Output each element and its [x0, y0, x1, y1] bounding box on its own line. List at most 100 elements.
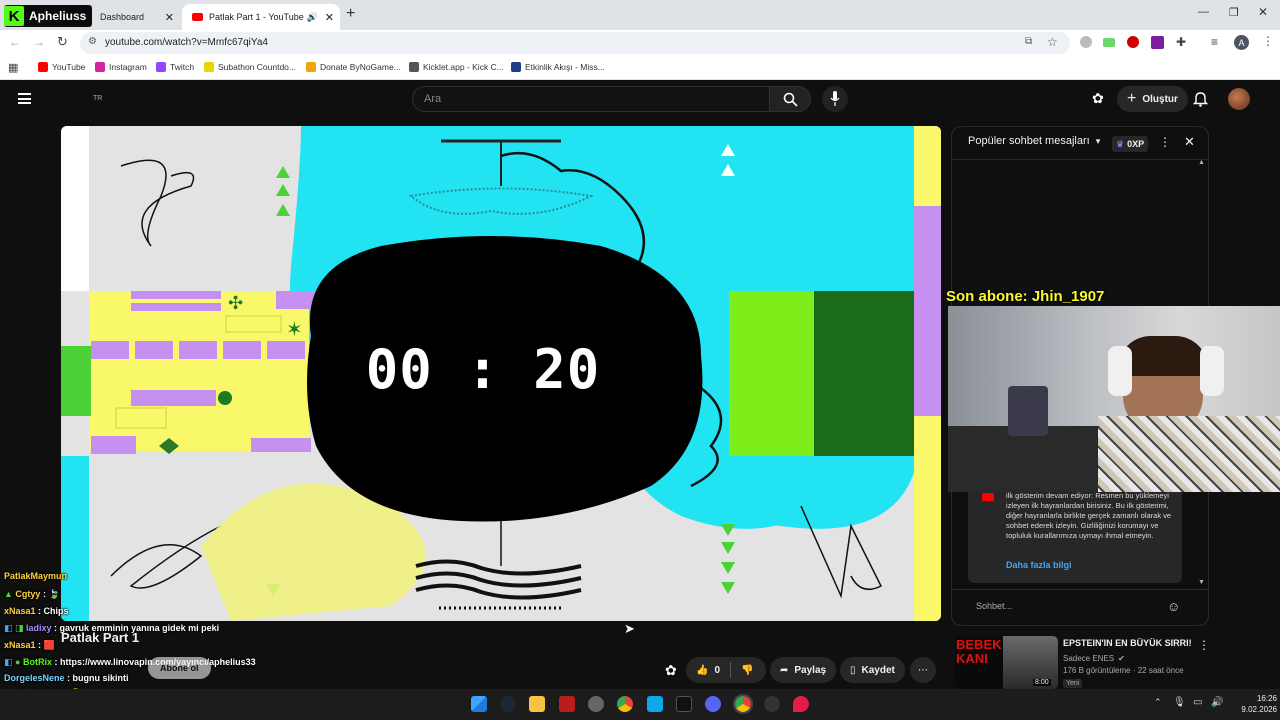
windows-taskbar: ⌃ 🎙 ▭ 🔊 16:26 9.02.2026	[0, 689, 1280, 720]
apps-grid-icon[interactable]: ▦	[8, 61, 18, 74]
thumbs-down-icon: 👎	[741, 664, 754, 676]
share-button[interactable]: ➦ Paylaş	[770, 657, 837, 683]
svg-text:✶: ✶	[286, 317, 303, 341]
mic-tray-icon[interactable]: 🎙	[1173, 697, 1186, 708]
xp-badge[interactable]: ♛ 0XP	[1112, 136, 1149, 152]
dislike-button[interactable]: 👎	[741, 665, 753, 676]
extensions-puzzle-icon[interactable]: ✚	[1176, 35, 1186, 49]
clock[interactable]: 16:26 9.02.2026	[1232, 693, 1277, 715]
bookmark-icon: ▯	[850, 664, 856, 676]
back-icon[interactable]: ←	[9, 35, 21, 49]
studio-sparkle-icon[interactable]: ✿	[665, 662, 677, 679]
voice-search-button[interactable]	[822, 86, 848, 112]
forward-icon[interactable]: →	[33, 35, 45, 49]
steam-icon[interactable]	[500, 696, 516, 712]
start-icon[interactable]	[471, 696, 487, 712]
restore-icon[interactable]: ❐	[1229, 6, 1239, 19]
hamburger-menu-icon[interactable]	[18, 93, 31, 104]
extension-ublock-icon[interactable]	[1151, 36, 1164, 49]
chat-message: PatlakMaymun	[4, 571, 67, 581]
badge-icon: ◧	[4, 657, 16, 667]
bookmark-instagram[interactable]: Instagram	[95, 62, 147, 72]
chat-user: DorgelesNene	[4, 673, 65, 683]
create-button[interactable]: + Oluştur	[1117, 86, 1188, 112]
bookmark-etkinlik[interactable]: Etkinlik Akışı - Miss...	[511, 62, 605, 72]
bookmark-label: YouTube	[52, 62, 86, 72]
chrome-active-icon[interactable]	[733, 694, 753, 714]
minimize-icon[interactable]: —	[1198, 6, 1209, 18]
user-avatar[interactable]	[1228, 88, 1250, 110]
streamer-jacket	[1098, 416, 1280, 492]
bookmark-star-icon[interactable]: ☆	[1047, 35, 1058, 49]
extension-shield-icon[interactable]	[1080, 36, 1092, 48]
emoji-icon[interactable]: ☺	[1167, 599, 1180, 614]
recommended-channel[interactable]: Sadece ENES ✔	[1063, 654, 1125, 663]
thumbnail-text: BEBEK KANI	[956, 637, 1002, 666]
extension-opera-icon[interactable]	[1127, 36, 1139, 48]
video-app-icon[interactable]	[559, 696, 575, 712]
browser-menu-icon[interactable]: ⋮	[1262, 34, 1274, 48]
save-button[interactable]: ▯ Kaydet	[840, 657, 905, 683]
reload-icon[interactable]: ↻	[57, 34, 68, 50]
search-button[interactable]	[769, 86, 811, 112]
chat-message: DorgelesNene : bugnu sikinti	[4, 673, 129, 683]
chat-mode-dropdown[interactable]: Popüler sohbet mesajları ▾	[968, 135, 1100, 147]
media-control-icon[interactable]: ≡	[1211, 35, 1218, 49]
tab-youtube[interactable]: Patlak Part 1 - YouTube 🔊 ✕	[182, 4, 340, 30]
chat-input[interactable]: Sohbet...	[968, 595, 1168, 619]
app-icon[interactable]	[676, 696, 692, 712]
bookmark-twitch[interactable]: Twitch	[156, 62, 194, 72]
close-chat-icon[interactable]: ✕	[1184, 134, 1195, 150]
close-icon[interactable]: ✕	[325, 11, 334, 24]
discord-icon[interactable]	[705, 696, 721, 712]
bookmark-subathon[interactable]: Subathon Countdo...	[204, 62, 296, 72]
extension-battery-icon[interactable]	[1103, 38, 1115, 47]
like-button[interactable]: 👍 0	[696, 665, 720, 676]
more-actions-button[interactable]: ⋯	[910, 657, 936, 683]
studio-icon[interactable]: ✿	[1092, 90, 1104, 107]
network-icon[interactable]: ▭	[1193, 697, 1202, 708]
subscribe-button[interactable]: Abone ol	[148, 657, 211, 679]
more-horizontal-icon: ⋯	[918, 664, 928, 676]
app-icon[interactable]	[793, 696, 809, 712]
bookmark-label: Twitch	[170, 62, 195, 72]
chat-user: xNasa1	[4, 640, 36, 650]
microphone-icon	[830, 91, 840, 106]
cast-icon[interactable]: ⧉	[1025, 36, 1032, 47]
notifications-bell-icon[interactable]	[1193, 91, 1208, 107]
site-info-icon[interactable]: ⚙	[88, 36, 97, 47]
chrome-icon[interactable]	[617, 696, 633, 712]
speaker-icon[interactable]: 🔊	[307, 12, 318, 23]
chat-user: ladixy	[26, 623, 52, 633]
scroll-down-icon[interactable]: ▼	[1198, 579, 1205, 586]
video-player[interactable]: ✣ ✶ 00: 20	[61, 126, 941, 621]
recommended-title[interactable]: EPSTEIN'IN EN BÜYÜK SIRRI!	[1063, 638, 1192, 648]
chat-menu-icon[interactable]: ⋮	[1159, 135, 1171, 149]
tab-label: Patlak Part 1 - YouTube	[209, 12, 304, 22]
crown-icon: ♛	[1116, 138, 1125, 149]
address-bar[interactable]: ⚙ youtube.com/watch?v=Mmfc67qiYa4 ⧉ ☆	[80, 32, 1070, 54]
profile-avatar-icon[interactable]: A	[1234, 35, 1249, 50]
search-input[interactable]: Ara	[412, 86, 770, 112]
app-icon[interactable]	[588, 696, 604, 712]
bookmark-youtube[interactable]: YouTube	[38, 62, 85, 72]
app-icon[interactable]	[647, 696, 663, 712]
new-tab-button[interactable]: +	[346, 5, 355, 23]
obs-icon[interactable]	[764, 696, 780, 712]
volume-icon[interactable]: 🔊	[1211, 697, 1223, 708]
recommended-meta: 176 B görüntüleme · 22 saat önce	[1063, 666, 1184, 675]
bookmark-label: Subathon Countdo...	[218, 62, 296, 72]
more-info-link[interactable]: Daha fazla bilgi	[1006, 560, 1072, 570]
close-icon[interactable]: ✕	[165, 11, 174, 24]
chat-user: Cgtyy	[15, 589, 41, 599]
file-explorer-icon[interactable]	[529, 696, 545, 712]
recommended-menu-icon[interactable]: ⋮	[1198, 638, 1210, 652]
recommended-thumbnail[interactable]: BEBEK KANI 8:00	[955, 636, 1058, 689]
window-close-icon[interactable]: ✕	[1258, 5, 1268, 19]
youtube-favicon-icon	[192, 13, 203, 21]
scroll-up-icon[interactable]: ▲	[1198, 159, 1205, 166]
chevron-up-icon[interactable]: ⌃	[1154, 697, 1162, 708]
bookmark-donate[interactable]: Donate ByNoGame...	[306, 62, 401, 72]
bookmark-kicklet[interactable]: Kicklet.app - Kick C...	[409, 62, 504, 72]
like-count: 0	[714, 664, 721, 676]
